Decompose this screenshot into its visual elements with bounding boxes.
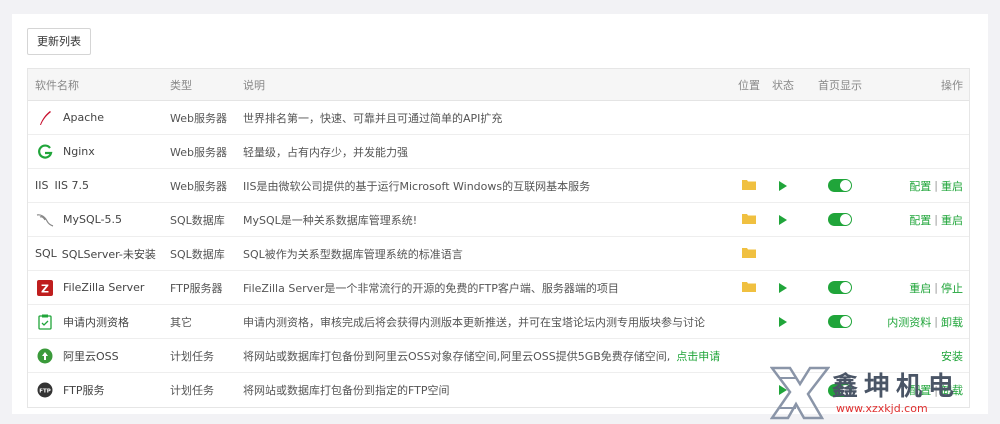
- table-row-sqlserver: SQL SQLServer-未安装 SQL数据库 SQL被作为关系型数据库管理系…: [28, 237, 969, 271]
- running-status-icon: [779, 282, 787, 293]
- mysql-dolphin-icon: [35, 210, 55, 230]
- ftp-cloud-icon: FTP: [35, 380, 55, 400]
- watermark-url: www.xzxkjd.com: [836, 402, 928, 415]
- software-name: 申请内测资格: [63, 315, 129, 329]
- restart-link[interactable]: 重启: [941, 212, 963, 228]
- software-name: Apache: [63, 111, 105, 124]
- nginx-icon: [35, 142, 55, 162]
- cloud-upload-icon: [35, 346, 55, 366]
- software-desc: 将网站或数据库打包备份到指定的FTP空间: [243, 384, 450, 397]
- header-pos: 位置: [738, 78, 760, 92]
- software-type: SQL数据库: [170, 213, 225, 227]
- svg-text:Z: Z: [41, 282, 49, 295]
- software-type: 计划任务: [170, 349, 214, 363]
- apply-link[interactable]: 点击申请: [676, 348, 720, 364]
- sql-icon: SQL: [35, 247, 57, 260]
- watermark-text: 鑫坤机电: [832, 372, 961, 402]
- header-ops: 操作: [941, 78, 963, 92]
- software-name: FileZilla Server: [63, 281, 145, 294]
- table-row-iis: IIS IIS 7.5 Web服务器 IIS是由微软公司提供的基于运行Micro…: [28, 169, 969, 203]
- software-desc: MySQL是一种关系数据库管理系统!: [243, 213, 418, 227]
- software-desc: IIS是由微软公司提供的基于运行Microsoft Windows的互联网基本服…: [243, 179, 591, 193]
- beta-info-link[interactable]: 内测资料: [887, 314, 931, 330]
- separator: |: [934, 281, 938, 294]
- table-row-apache: Apache Web服务器 世界排名第一，快速、可靠并且可通过简单的API扩充: [28, 101, 969, 135]
- folder-icon[interactable]: [742, 281, 756, 295]
- restart-link[interactable]: 重启: [941, 178, 963, 194]
- stop-link[interactable]: 停止: [941, 280, 963, 296]
- table-row-filezilla: Z FileZilla Server FTP服务器 FileZilla Serv…: [28, 271, 969, 305]
- software-type: FTP服务器: [170, 281, 223, 295]
- home-display-toggle[interactable]: [828, 213, 852, 226]
- running-status-icon: [779, 316, 787, 327]
- header-type: 类型: [170, 78, 192, 92]
- iis-icon: IIS: [35, 179, 49, 192]
- home-display-toggle[interactable]: [828, 179, 852, 192]
- config-link[interactable]: 配置: [909, 212, 931, 228]
- separator: |: [934, 179, 938, 192]
- software-type: Web服务器: [170, 111, 227, 125]
- software-type: 其它: [170, 315, 192, 329]
- refresh-list-button[interactable]: 更新列表: [27, 28, 91, 55]
- software-panel: 更新列表 软件名称 类型 说明 位置 状态 首页显示 操作 Apache Web…: [12, 14, 988, 414]
- config-link[interactable]: 配置: [909, 178, 931, 194]
- running-status-icon: [779, 214, 787, 225]
- software-desc: 世界排名第一，快速、可靠并且可通过简单的API扩充: [243, 111, 503, 125]
- uninstall-link[interactable]: 卸载: [941, 314, 963, 330]
- software-type: Web服务器: [170, 179, 227, 193]
- software-desc: 将网站或数据库打包备份到阿里云OSS对象存储空间,阿里云OSS提供5GB免费存储…: [243, 349, 671, 363]
- header-name: 软件名称: [35, 78, 79, 92]
- software-name: IIS 7.5: [54, 179, 89, 192]
- clipboard-check-icon: [35, 312, 55, 332]
- header-desc: 说明: [243, 78, 265, 92]
- software-desc: FileZilla Server是一个非常流行的开源的免费的FTP客户端、服务器…: [243, 281, 619, 295]
- software-name: Nginx: [63, 145, 95, 158]
- software-name: FTP服务: [63, 384, 105, 397]
- software-type: SQL数据库: [170, 247, 225, 261]
- table-header: 软件名称 类型 说明 位置 状态 首页显示 操作: [28, 69, 969, 101]
- svg-text:FTP: FTP: [39, 389, 51, 395]
- table-row-mysql: MySQL-5.5 SQL数据库 MySQL是一种关系数据库管理系统! 配置 | 重…: [28, 203, 969, 237]
- software-name: 阿里云OSS: [63, 349, 119, 363]
- home-display-toggle[interactable]: [828, 315, 852, 328]
- software-desc: SQL被作为关系型数据库管理系统的标准语言: [243, 247, 463, 261]
- watermark-logo-icon: [770, 366, 830, 420]
- home-display-toggle[interactable]: [828, 281, 852, 294]
- folder-icon[interactable]: [742, 179, 756, 193]
- software-table: 软件名称 类型 说明 位置 状态 首页显示 操作 Apache Web服务器 世…: [27, 68, 970, 408]
- apache-feather-icon: [35, 108, 55, 128]
- header-status: 状态: [772, 78, 794, 92]
- separator: |: [934, 213, 938, 226]
- restart-link[interactable]: 重启: [909, 280, 931, 296]
- software-desc: 申请内测资格，审核完成后将会获得内测版本更新推送，并可在宝塔论坛内测专用版块参与…: [243, 315, 705, 329]
- software-type: Web服务器: [170, 145, 227, 159]
- software-name: MySQL-5.5: [63, 213, 123, 226]
- software-desc: 轻量级，占有内存少，并发能力强: [243, 145, 408, 159]
- table-row-beta: 申请内测资格 其它 申请内测资格，审核完成后将会获得内测版本更新推送，并可在宝塔…: [28, 305, 969, 339]
- folder-icon[interactable]: [742, 213, 756, 227]
- software-name: SQLServer-未安装: [61, 247, 156, 261]
- folder-icon[interactable]: [742, 247, 756, 261]
- separator: |: [934, 315, 938, 328]
- filezilla-icon: Z: [35, 278, 55, 298]
- table-row-nginx: Nginx Web服务器 轻量级，占有内存少，并发能力强: [28, 135, 969, 169]
- running-status-icon: [779, 180, 787, 191]
- watermark: 鑫坤机电 www.xzxkjd.com: [770, 362, 1000, 424]
- software-type: 计划任务: [170, 384, 214, 397]
